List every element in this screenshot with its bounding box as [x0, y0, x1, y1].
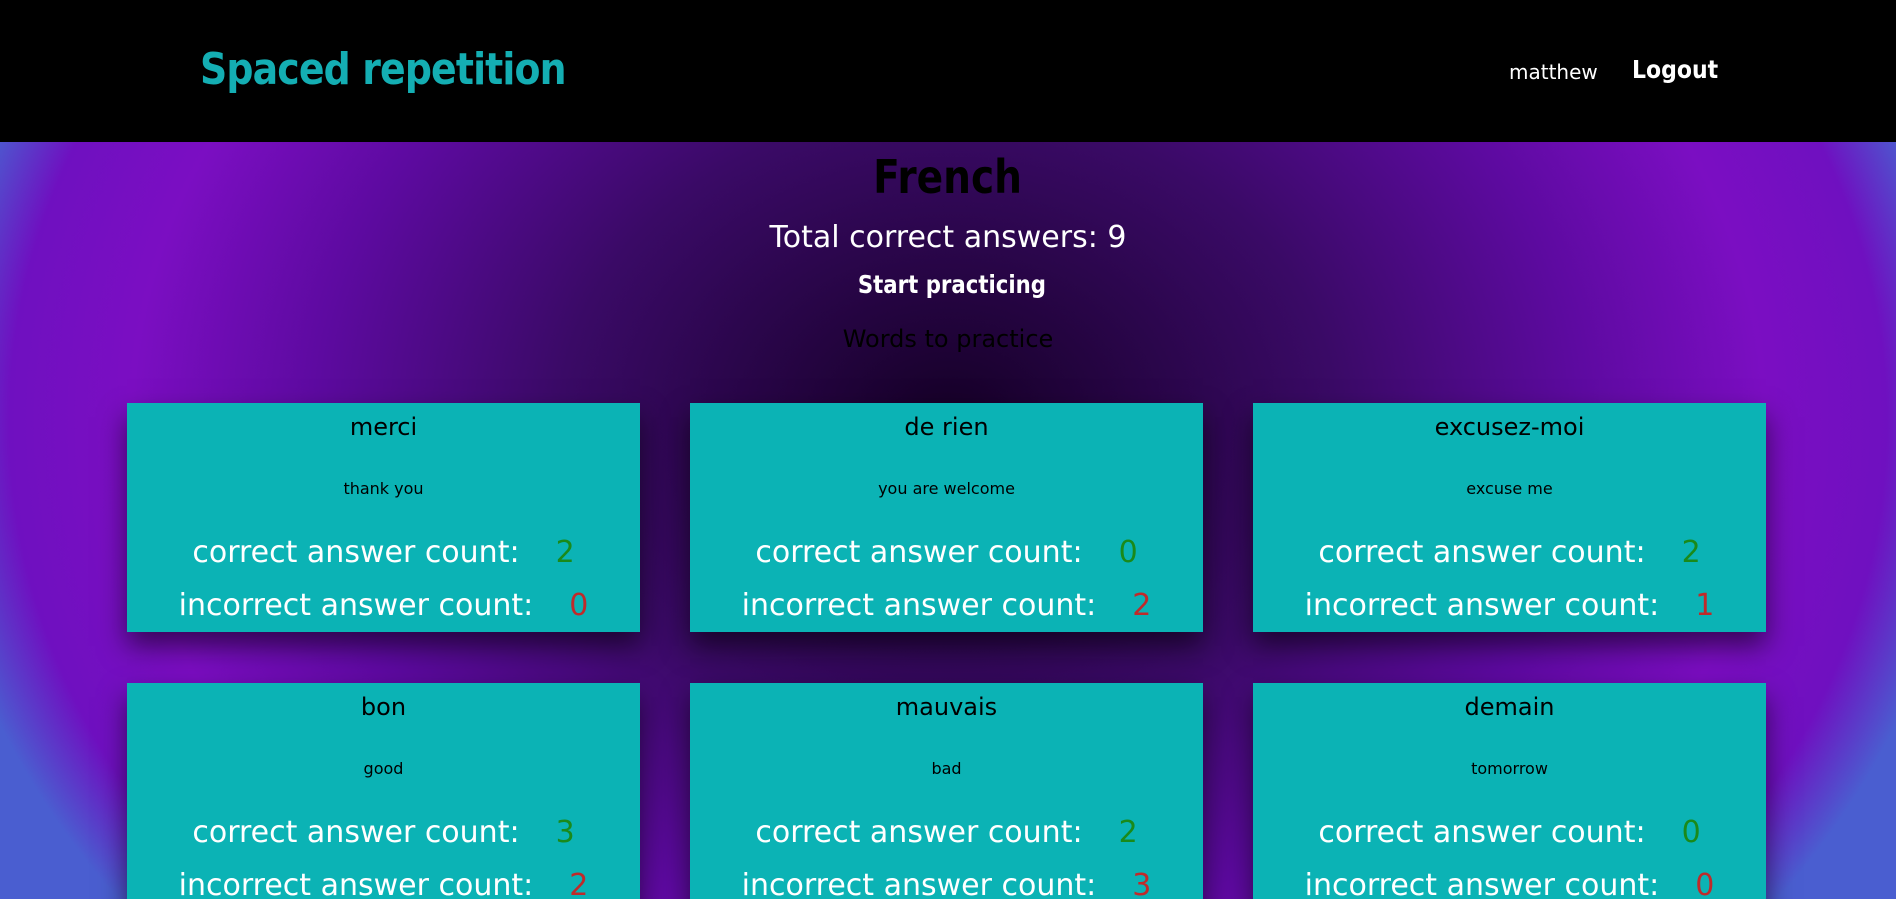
- app-title[interactable]: Spaced repetition: [200, 44, 567, 95]
- correct-count-value: 0: [1118, 535, 1138, 570]
- word-original: excusez-moi: [1434, 413, 1585, 441]
- word-card: excusez-moi excuse me correct answer cou…: [1253, 403, 1766, 632]
- correct-count-label: correct answer count:: [1318, 815, 1646, 850]
- correct-count-label: correct answer count:: [755, 535, 1083, 570]
- word-translation: you are welcome: [878, 479, 1015, 498]
- correct-count-label: correct answer count:: [1318, 535, 1646, 570]
- incorrect-count-label: incorrect answer count:: [1304, 868, 1660, 899]
- word-original: de rien: [904, 413, 989, 441]
- word-translation: thank you: [343, 479, 424, 498]
- correct-count-value: 2: [1118, 815, 1138, 850]
- incorrect-count-label: incorrect answer count:: [178, 588, 534, 623]
- correct-count-row: correct answer count: 0: [1253, 815, 1766, 850]
- incorrect-count-row: incorrect answer count: 0: [127, 588, 640, 623]
- incorrect-count-row: incorrect answer count: 2: [127, 868, 640, 899]
- total-correct-answers: Total correct answers: 9: [769, 220, 1127, 255]
- correct-count-label: correct answer count:: [192, 535, 520, 570]
- word-translation: excuse me: [1466, 479, 1553, 498]
- correct-count-value: 3: [555, 815, 575, 850]
- incorrect-count-value: 1: [1695, 588, 1715, 623]
- correct-count-row: correct answer count: 2: [690, 815, 1203, 850]
- word-original: merci: [349, 413, 418, 441]
- incorrect-count-row: incorrect answer count: 0: [1253, 868, 1766, 899]
- username: matthew: [1509, 60, 1598, 84]
- word-card: demain tomorrow correct answer count: 0 i…: [1253, 683, 1766, 899]
- language-title: French: [873, 150, 1023, 204]
- incorrect-count-value: 3: [1132, 868, 1152, 899]
- start-practicing-container: Start practicing: [0, 270, 1896, 299]
- incorrect-count-value: 2: [1132, 588, 1152, 623]
- incorrect-count-row: incorrect answer count: 1: [1253, 588, 1766, 623]
- word-translation: bad: [931, 759, 962, 778]
- correct-count-row: correct answer count: 2: [127, 535, 640, 570]
- word-translation: tomorrow: [1471, 759, 1548, 778]
- start-practicing-link[interactable]: Start practicing: [850, 270, 1046, 299]
- word-card: merci thank you correct answer count: 2 i…: [127, 403, 640, 632]
- incorrect-count-label: incorrect answer count:: [178, 868, 534, 899]
- incorrect-count-value: 2: [569, 868, 589, 899]
- word-card: de rien you are welcome correct answer c…: [690, 403, 1203, 632]
- correct-count-value: 2: [555, 535, 575, 570]
- logout-link[interactable]: Logout: [1632, 55, 1718, 84]
- correct-count-label: correct answer count:: [755, 815, 1083, 850]
- word-original: mauvais: [895, 693, 998, 721]
- incorrect-count-row: incorrect answer count: 3: [690, 868, 1203, 899]
- correct-count-label: correct answer count:: [192, 815, 520, 850]
- words-to-practice-heading: Words to practice: [842, 325, 1054, 353]
- word-original: bon: [360, 693, 407, 721]
- incorrect-count-value: 0: [1695, 868, 1715, 899]
- correct-count-value: 2: [1681, 535, 1701, 570]
- correct-count-row: correct answer count: 2: [1253, 535, 1766, 570]
- incorrect-count-label: incorrect answer count:: [741, 588, 1097, 623]
- word-card: bon good correct answer count: 3 incorrec…: [127, 683, 640, 899]
- correct-count-row: correct answer count: 0: [690, 535, 1203, 570]
- word-card: mauvais bad correct answer count: 2 incor…: [690, 683, 1203, 899]
- incorrect-count-value: 0: [569, 588, 589, 623]
- top-nav: Spaced repetition matthew Logout: [0, 0, 1896, 142]
- word-original: demain: [1464, 693, 1555, 721]
- correct-count-value: 0: [1681, 815, 1701, 850]
- incorrect-count-label: incorrect answer count:: [1304, 588, 1660, 623]
- correct-count-row: correct answer count: 3: [127, 815, 640, 850]
- incorrect-count-label: incorrect answer count:: [741, 868, 1097, 899]
- word-translation: good: [363, 759, 404, 778]
- incorrect-count-row: incorrect answer count: 2: [690, 588, 1203, 623]
